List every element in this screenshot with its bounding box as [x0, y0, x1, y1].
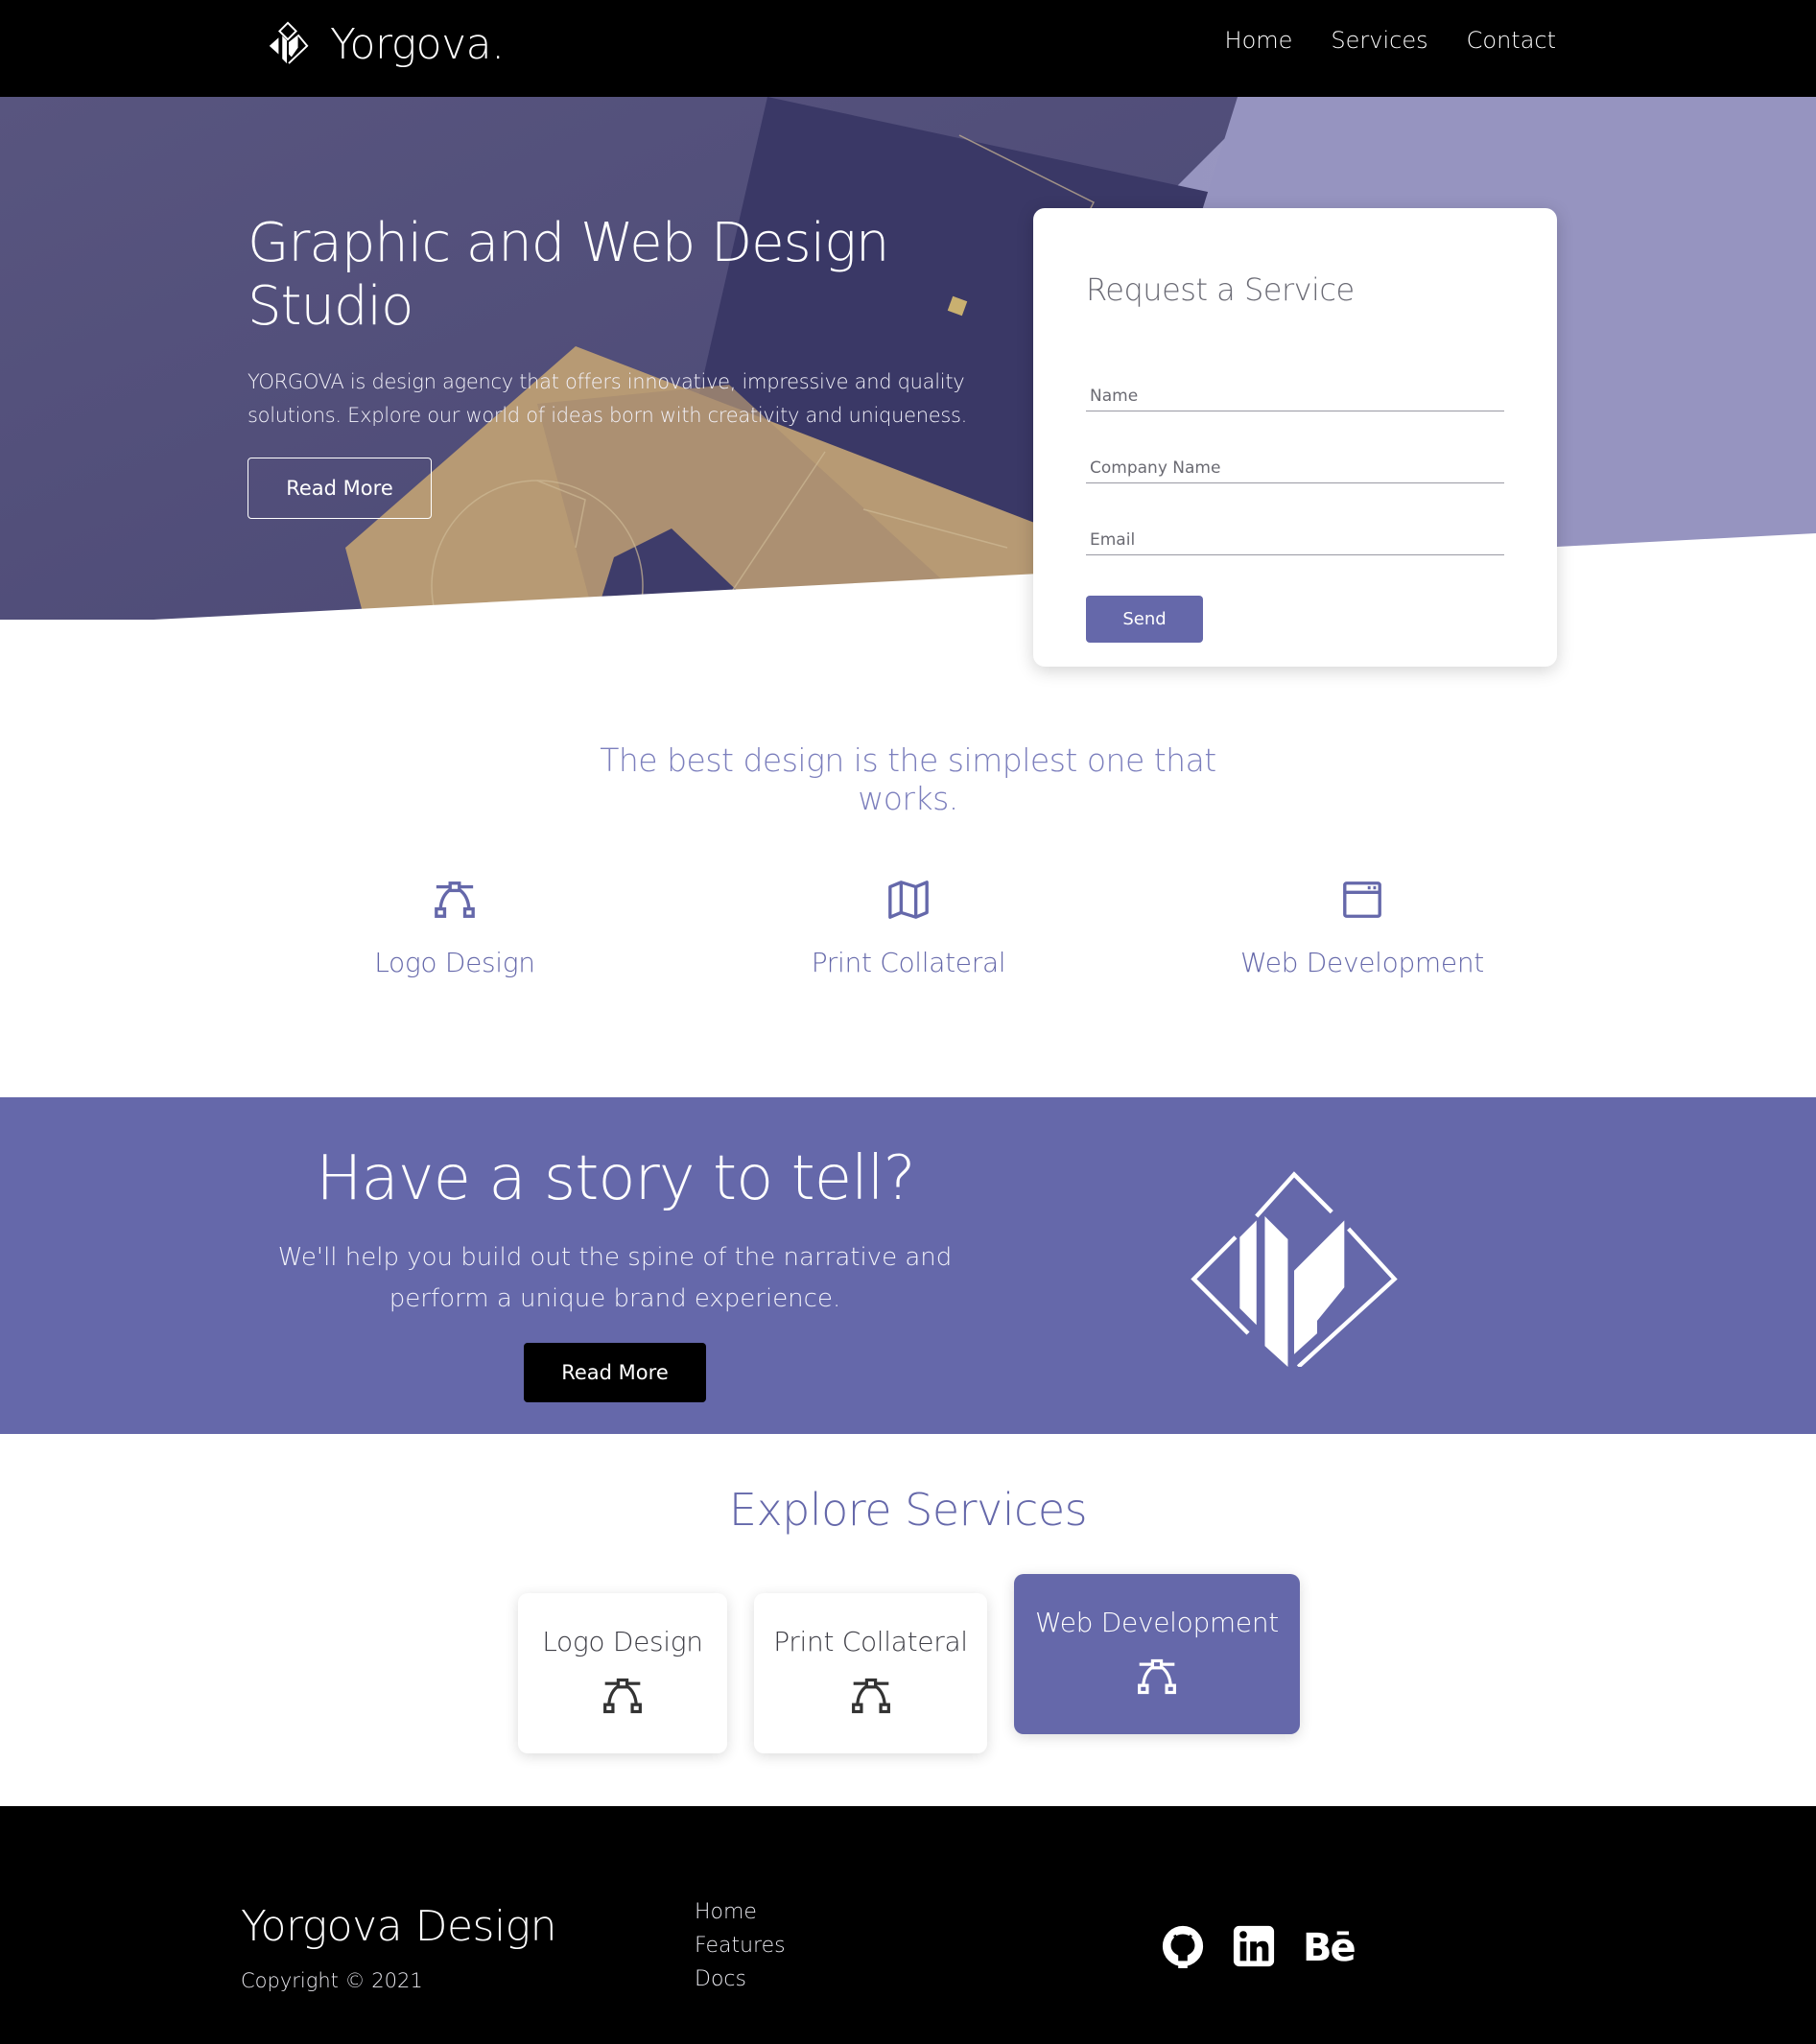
behance-icon[interactable]: Bē — [1303, 1926, 1356, 1970]
bezier-icon — [433, 881, 477, 926]
story-title: Have a story to tell? — [316, 1143, 915, 1214]
bezier-icon — [850, 1678, 892, 1721]
email-field[interactable] — [1086, 525, 1504, 555]
site-header: Yorgova. Home Services Contact — [0, 0, 1816, 97]
footer-links: Home Features Docs — [695, 1900, 786, 1991]
hero-title: Graphic and Web Design Studio — [248, 212, 889, 338]
footer-link-home[interactable]: Home — [695, 1900, 786, 1924]
footer-copyright: Copyright © 2021 — [241, 1969, 423, 1992]
footer-link-docs[interactable]: Docs — [695, 1967, 786, 1991]
footer-brand: Yorgova Design — [241, 1902, 556, 1951]
main-nav: Home Services Contact — [1225, 27, 1556, 54]
story-section: Have a story to tell? We'll help you bui… — [0, 1097, 1816, 1434]
service-logo-design[interactable]: Logo Design — [301, 878, 608, 978]
explore-services-title: Explore Services — [728, 1484, 1088, 1536]
footer-link-features[interactable]: Features — [695, 1934, 786, 1958]
logo-icon — [265, 19, 311, 69]
service-print-collateral[interactable]: Print Collateral — [755, 878, 1062, 978]
send-button[interactable]: Send — [1086, 596, 1203, 643]
hero-text: YORGOVA is design agency that offers inn… — [248, 370, 967, 427]
linkedin-icon[interactable] — [1232, 1924, 1276, 1972]
brand-name: Yorgova. — [330, 19, 505, 69]
story-read-more-button[interactable]: Read More — [524, 1343, 706, 1402]
site-footer: Yorgova Design Copyright © 2021 Home Fea… — [0, 1806, 1816, 2044]
name-field[interactable] — [1086, 381, 1504, 411]
request-service-card: Request a Service Send — [1033, 208, 1557, 667]
behance-label: Bē — [1303, 1926, 1356, 1970]
social-links: Bē — [1161, 1924, 1356, 1972]
bezier-icon — [601, 1678, 644, 1721]
explore-card-web-development[interactable]: Web Development — [1014, 1574, 1300, 1734]
service-label: Print Collateral — [811, 947, 1006, 978]
service-label: Logo Design — [374, 947, 535, 978]
company-name-field[interactable] — [1086, 453, 1504, 483]
nav-services[interactable]: Services — [1331, 27, 1427, 54]
card-label: Print Collateral — [773, 1626, 968, 1657]
service-web-development[interactable]: Web Development — [1209, 878, 1516, 978]
github-icon[interactable] — [1161, 1924, 1205, 1972]
hero-read-more-button[interactable]: Read More — [248, 458, 432, 519]
bezier-icon — [1136, 1658, 1178, 1702]
explore-card-print-collateral[interactable]: Print Collateral — [754, 1593, 987, 1753]
nav-home[interactable]: Home — [1225, 27, 1293, 54]
card-label: Logo Design — [542, 1626, 703, 1657]
map-icon — [886, 881, 931, 926]
explore-card-logo-design[interactable]: Logo Design — [518, 1593, 727, 1753]
browser-icon — [1340, 881, 1384, 926]
service-label: Web Development — [1240, 947, 1484, 978]
card-label: Web Development — [1035, 1607, 1279, 1638]
brand[interactable]: Yorgova. — [265, 19, 505, 69]
tagline: The best design is the simplest one that… — [600, 741, 1216, 817]
nav-contact[interactable]: Contact — [1467, 27, 1556, 54]
story-text: We'll help you build out the spine of th… — [277, 1243, 953, 1313]
form-title: Request a Service — [1086, 271, 1355, 308]
